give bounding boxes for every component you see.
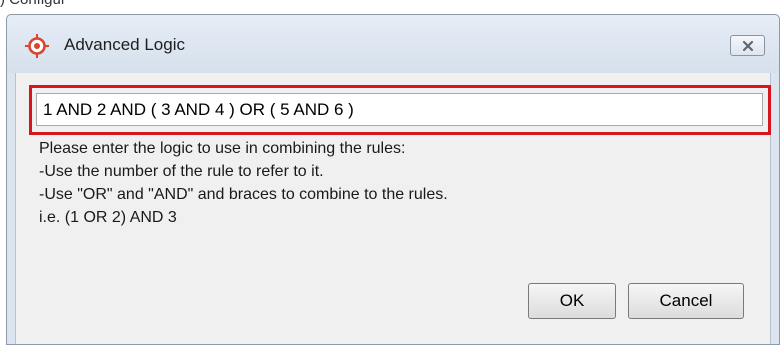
help-text: Please enter the logic to use in combini… — [39, 137, 759, 229]
help-line: -Use "OR" and "AND" and braces to combin… — [39, 186, 448, 203]
cancel-button[interactable]: Cancel — [628, 283, 744, 319]
help-line: i.e. (1 OR 2) AND 3 — [39, 209, 177, 226]
dialog-title: Advanced Logic — [64, 35, 185, 54]
ok-button[interactable]: OK — [528, 283, 616, 319]
logic-expression-input[interactable] — [36, 93, 763, 126]
title-bar[interactable]: Advanced Logic — [7, 15, 779, 73]
close-icon — [742, 40, 753, 51]
advanced-logic-dialog: Advanced Logic Please enter the logic to… — [6, 14, 780, 345]
help-line: Please enter the logic to use in combini… — [39, 140, 406, 157]
close-button[interactable] — [730, 35, 765, 56]
cropped-top-strip: ) Configur — [0, 0, 782, 14]
target-crosshair-icon — [25, 34, 49, 58]
dialog-body: Please enter the logic to use in combini… — [15, 73, 771, 344]
help-line: -Use the number of the rule to refer to … — [39, 163, 324, 180]
cropped-caption: ) Configur — [0, 0, 66, 8]
